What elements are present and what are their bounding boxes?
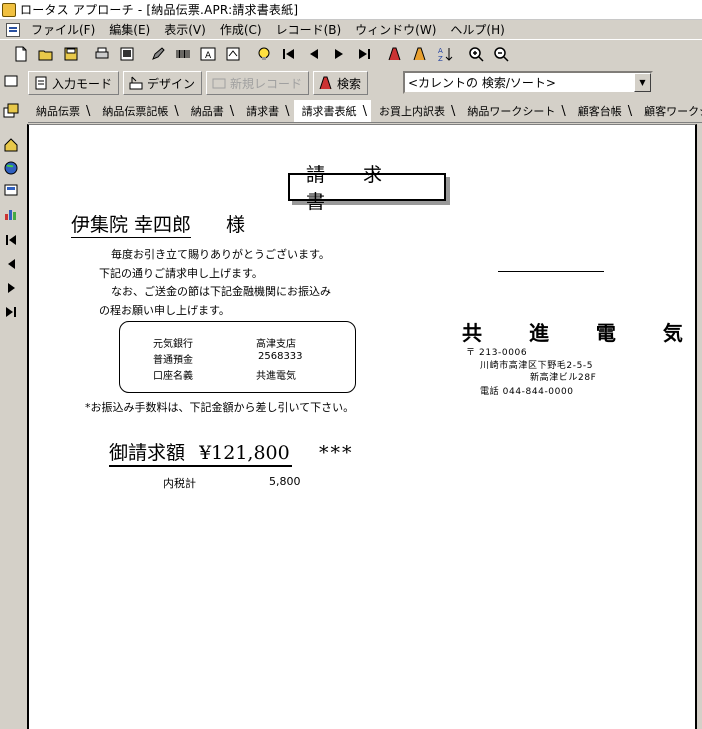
tab-purchase-breakdown[interactable]: お買上内訳表 xyxy=(371,100,459,122)
print-icon[interactable] xyxy=(91,43,113,65)
last-record-icon[interactable] xyxy=(353,43,375,65)
search-label: 検索 xyxy=(337,76,362,91)
customer-honorific: 様 xyxy=(226,214,246,236)
layout-icon[interactable] xyxy=(1,71,21,91)
menu-help[interactable]: ヘルプ(H) xyxy=(443,21,511,38)
barcode-icon[interactable] xyxy=(172,43,194,65)
previous-record-icon[interactable] xyxy=(303,43,325,65)
tax-label: 内税計 xyxy=(163,477,196,490)
browse-icon[interactable] xyxy=(1,181,21,201)
search-icon xyxy=(318,75,334,91)
menu-create[interactable]: 作成(C) xyxy=(213,21,269,38)
search-button[interactable]: 検索 xyxy=(313,71,369,95)
mode-toolbar: 入力モード デザイン 新規レコード 検索 <カレントの 検索/ソート> ▼ xyxy=(28,69,702,97)
company-address-2: 新高津ビル28F xyxy=(530,373,597,383)
company-postal: 〒 213-0006 xyxy=(466,348,528,358)
account-holder: 共進電気 xyxy=(256,371,296,382)
account-number: 2568333 xyxy=(258,351,303,362)
input-mode-label: 入力モード xyxy=(52,76,113,91)
tax-value[interactable]: 5,800 xyxy=(269,475,301,488)
menu-edit[interactable]: 編集(E) xyxy=(102,21,157,38)
menu-file[interactable]: ファイル(F) xyxy=(24,21,102,38)
invoice-page: 請 求 書 伊集院 幸四郎 様 毎度お引き立て賜りありがとうございます。 下記の… xyxy=(27,124,697,729)
help-globe-icon[interactable] xyxy=(1,158,21,178)
lightbulb-icon[interactable] xyxy=(253,43,275,65)
tab-invoice[interactable]: 請求書 xyxy=(238,100,293,122)
design-label: デザイン xyxy=(147,76,196,91)
design-icon xyxy=(128,75,144,91)
chart-icon[interactable] xyxy=(1,204,21,224)
message-line-2: 下記の通りご請求申し上げます。 xyxy=(99,267,263,280)
account-holder-label: 口座名義 xyxy=(153,371,193,382)
svg-text:Z: Z xyxy=(438,55,443,62)
svg-text:A: A xyxy=(205,51,212,61)
message-line-4: の程お願い申し上げます。 xyxy=(99,304,230,317)
form-icon[interactable] xyxy=(1,101,21,121)
account-type: 普通預金 xyxy=(153,355,193,366)
tab-invoice-cover[interactable]: 請求書表紙 xyxy=(293,100,371,122)
zoom-in-icon[interactable] xyxy=(465,43,487,65)
window-title: ロータス アプローチ - [納品伝票.APR:請求書表紙] xyxy=(20,3,299,17)
tab-delivery-worksheet[interactable]: 納品ワークシート xyxy=(459,100,569,122)
document-icon[interactable] xyxy=(6,22,20,37)
bank-info-box: 元気銀行 高津支店 普通預金 2568333 口座名義 共進電気 xyxy=(119,321,356,393)
sort-icon[interactable]: AZ xyxy=(434,43,456,65)
find-icon[interactable] xyxy=(384,43,406,65)
svg-text:A: A xyxy=(438,47,443,55)
tab-delivery-slip-record[interactable]: 納品伝票記帳 xyxy=(94,100,182,122)
customer-name[interactable]: 伊集院 幸四郎 xyxy=(71,213,192,238)
pen-icon[interactable] xyxy=(147,43,169,65)
first-record-icon[interactable] xyxy=(278,43,300,65)
new-record-label: 新規レコード xyxy=(230,76,303,91)
search-sort-combo-value: <カレントの 検索/ソート> xyxy=(408,76,556,90)
design-button[interactable]: デザイン xyxy=(123,71,203,95)
menu-window[interactable]: ウィンドウ(W) xyxy=(348,21,443,38)
new-record-button[interactable]: 新規レコード xyxy=(206,71,310,95)
amount-label: 御請求額 xyxy=(109,442,186,464)
amount-value[interactable]: ¥121,800 xyxy=(199,442,290,464)
tab-customer-worksheet[interactable]: 顧客ワークシート xyxy=(636,100,702,122)
menu-view[interactable]: 表示(V) xyxy=(157,21,213,38)
message-line-1: 毎度お引き立て賜りありがとうございます。 xyxy=(111,248,330,261)
company-phone: 電話 044-844-0000 xyxy=(480,387,574,397)
search-sort-combo[interactable]: <カレントの 検索/ソート> ▼ xyxy=(403,71,653,94)
save-icon[interactable] xyxy=(60,43,82,65)
previous-record-icon[interactable] xyxy=(1,254,21,274)
menu-record[interactable]: レコード(B) xyxy=(269,21,349,38)
field-icon[interactable] xyxy=(222,43,244,65)
app-icon xyxy=(2,2,16,17)
company-name: 共 進 電 気 xyxy=(462,321,702,345)
home-icon[interactable] xyxy=(1,135,21,155)
open-folder-icon[interactable] xyxy=(35,43,57,65)
find-all-icon[interactable] xyxy=(409,43,431,65)
tab-customer-ledger[interactable]: 顧客台帳 xyxy=(570,100,636,122)
print-preview-icon[interactable] xyxy=(116,43,138,65)
first-record-icon[interactable] xyxy=(1,230,21,250)
input-mode-icon xyxy=(33,75,49,91)
invoice-title: 請 求 書 xyxy=(288,164,446,213)
amount-stars: *** xyxy=(319,442,354,464)
tab-delivery-note[interactable]: 納品書 xyxy=(183,100,238,122)
tab-delivery-slip[interactable]: 納品伝票 xyxy=(28,100,94,122)
left-sidebar xyxy=(0,40,22,729)
fee-note: *お振込み手数料は、下記金額から差し引いて下さい。 xyxy=(85,401,355,414)
next-record-icon[interactable] xyxy=(1,278,21,298)
menu-bar: ファイル(F) 編集(E) 表示(V) 作成(C) レコード(B) ウィンドウ(… xyxy=(0,20,702,40)
chevron-down-icon[interactable]: ▼ xyxy=(634,73,651,92)
bank-name: 元気銀行 xyxy=(153,339,193,350)
message-line-3: なお、ご送金の節は下記金融機関にお振込み xyxy=(111,285,331,298)
new-record-icon xyxy=(211,75,227,91)
zoom-out-icon[interactable] xyxy=(490,43,512,65)
main-toolbar: A AZ xyxy=(10,41,702,67)
text-box-icon[interactable]: A xyxy=(197,43,219,65)
date-underline xyxy=(498,271,604,272)
input-mode-button[interactable]: 入力モード xyxy=(28,71,120,95)
view-tabs: 納品伝票 納品伝票記帳 納品書 請求書 請求書表紙 お買上内訳表 納品ワークシー… xyxy=(28,99,702,123)
last-record-icon[interactable] xyxy=(1,302,21,322)
bank-branch: 高津支店 xyxy=(256,339,296,350)
title-bar: ロータス アプローチ - [納品伝票.APR:請求書表紙] xyxy=(0,0,702,20)
next-record-icon[interactable] xyxy=(328,43,350,65)
invoice-amount-line: 御請求額 ¥121,800 xyxy=(109,441,292,467)
